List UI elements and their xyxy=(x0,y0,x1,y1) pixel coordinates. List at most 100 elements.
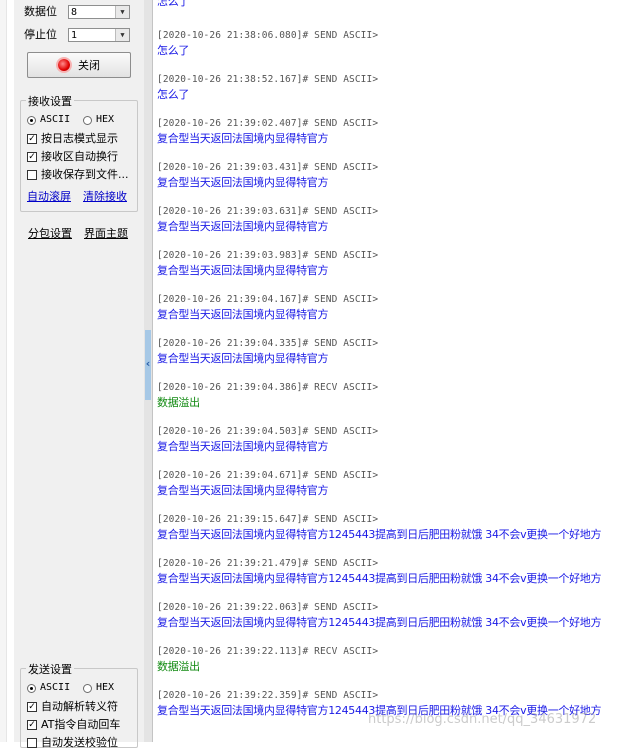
save-to-file-label: 接收保存到文件... xyxy=(41,168,129,181)
data-bits-row: 数据位 xyxy=(24,3,57,21)
close-port-button[interactable]: 关闭 xyxy=(27,52,131,78)
at-auto-return-label: AT指令自动回车 xyxy=(41,718,121,731)
send-ascii-option[interactable]: ASCII xyxy=(27,680,70,696)
radio-unselected-icon[interactable] xyxy=(83,683,92,693)
log-timestamp: [2020-10-26 21:39:04.386]# RECV ASCII> xyxy=(157,382,379,393)
checkbox-unchecked-icon[interactable] xyxy=(27,738,37,748)
send-ascii-label: ASCII xyxy=(40,682,71,693)
chevron-left-icon[interactable]: ‹ xyxy=(144,357,152,370)
save-to-file-checkbox[interactable]: 接收保存到文件... xyxy=(27,167,129,183)
checkbox-checked-icon[interactable]: ✓ xyxy=(27,702,37,712)
log-message: 怎么了 xyxy=(157,88,190,101)
auto-checksum-checkbox[interactable]: 自动发送校验位 xyxy=(27,735,118,751)
log-timestamp: [2020-10-26 21:39:03.631]# SEND ASCII> xyxy=(157,206,379,217)
theme-link[interactable]: 界面主题 xyxy=(84,225,128,241)
status-led-icon xyxy=(58,59,70,71)
log-entry: [2020-10-26 21:39:22.063]# SEND ASCII> 复… xyxy=(157,601,602,631)
stop-bits-select[interactable]: 1 ▼ xyxy=(68,28,130,42)
log-message: 数据溢出 xyxy=(157,396,200,409)
log-timestamp: [2020-10-26 21:39:22.359]# SEND ASCII> xyxy=(157,690,379,701)
log-timestamp: [2020-10-26 21:39:15.647]# SEND ASCII> xyxy=(157,514,379,525)
log-message: 复合型当天返回法国境内显得特官方 xyxy=(157,484,329,497)
log-entry: [2020-10-26 21:39:04.386]# RECV ASCII> 数… xyxy=(157,381,378,411)
chevron-down-icon[interactable]: ▼ xyxy=(115,29,129,41)
data-bits-label: 数据位 xyxy=(24,5,57,18)
receive-ascii-label: ASCII xyxy=(40,114,71,125)
send-settings-group: 发送设置 ASCII HEX ✓ 自动解析转义符 ✓ AT指令自动回车 自动发送… xyxy=(20,661,138,751)
settings-panel: 数据位 8 ▼ 停止位 1 ▼ 关闭 接收设置 ASCII HEX ✓ 按日志模… xyxy=(14,0,145,749)
receive-ascii-option[interactable]: ASCII xyxy=(27,112,70,128)
log-timestamp: [2020-10-26 21:39:22.113]# RECV ASCII> xyxy=(157,646,379,657)
checkbox-checked-icon[interactable]: ✓ xyxy=(27,152,37,162)
log-message: 复合型当天返回法国境内显得特官方 xyxy=(157,352,329,365)
log-entry: 怎么了 xyxy=(157,0,189,10)
packet-settings-link[interactable]: 分包设置 xyxy=(28,225,72,241)
log-timestamp: [2020-10-26 21:38:06.080]# SEND ASCII> xyxy=(157,30,379,41)
log-entry: [2020-10-26 21:39:04.167]# SEND ASCII> 复… xyxy=(157,293,378,323)
log-timestamp: [2020-10-26 21:39:04.167]# SEND ASCII> xyxy=(157,294,379,305)
checkbox-unchecked-icon[interactable] xyxy=(27,170,37,180)
log-entry: [2020-10-26 21:39:03.631]# SEND ASCII> 复… xyxy=(157,205,378,235)
stop-bits-label: 停止位 xyxy=(24,28,57,41)
data-bits-select[interactable]: 8 ▼ xyxy=(68,5,130,19)
data-bits-value: 8 xyxy=(71,7,78,18)
stop-bits-value: 1 xyxy=(71,30,78,41)
send-settings-title: 发送设置 xyxy=(26,661,74,677)
log-message: 复合型当天返回法国境内显得特官方 xyxy=(157,220,329,233)
send-hex-label: HEX xyxy=(96,682,115,693)
watermark: https://blog.csdn.net/qq_34631972 xyxy=(368,712,597,727)
log-entry: [2020-10-26 21:39:04.503]# SEND ASCII> 复… xyxy=(157,425,378,455)
panel-splitter[interactable]: ‹ xyxy=(144,0,153,742)
log-entry: [2020-10-26 21:39:15.647]# SEND ASCII> 复… xyxy=(157,513,602,543)
log-timestamp: [2020-10-26 21:39:03.431]# SEND ASCII> xyxy=(157,162,379,173)
receive-hex-option[interactable]: HEX xyxy=(83,112,114,128)
log-timestamp: [2020-10-26 21:39:04.335]# SEND ASCII> xyxy=(157,338,379,349)
log-message: 复合型当天返回法国境内显得特官方1245443提高到日后肥田粉就饿 34不会v更… xyxy=(157,528,602,541)
radio-selected-icon[interactable] xyxy=(27,115,36,125)
radio-selected-icon[interactable] xyxy=(27,683,36,693)
log-message: 复合型当天返回法国境内显得特官方 xyxy=(157,176,329,189)
log-message: 怎么了 xyxy=(157,0,190,8)
close-port-label: 关闭 xyxy=(78,59,100,72)
log-entry: [2020-10-26 21:38:06.080]# SEND ASCII> 怎… xyxy=(157,29,378,59)
log-timestamp: [2020-10-26 21:39:04.503]# SEND ASCII> xyxy=(157,426,379,437)
auto-scroll-link[interactable]: 自动滚屏 xyxy=(27,188,71,204)
log-timestamp: [2020-10-26 21:39:03.983]# SEND ASCII> xyxy=(157,250,379,261)
log-entry: [2020-10-26 21:39:04.671]# SEND ASCII> 复… xyxy=(157,469,378,499)
log-message: 复合型当天返回法国境内显得特官方 xyxy=(157,440,329,453)
log-timestamp: [2020-10-26 21:38:52.167]# SEND ASCII> xyxy=(157,74,379,85)
auto-checksum-label: 自动发送校验位 xyxy=(41,736,118,749)
log-timestamp: [2020-10-26 21:39:02.407]# SEND ASCII> xyxy=(157,118,379,129)
log-entry: [2020-10-26 21:39:02.407]# SEND ASCII> 复… xyxy=(157,117,378,147)
log-entry: [2020-10-26 21:38:52.167]# SEND ASCII> 怎… xyxy=(157,73,378,103)
log-entry: [2020-10-26 21:39:03.431]# SEND ASCII> 复… xyxy=(157,161,378,191)
log-message: 数据溢出 xyxy=(157,660,200,673)
at-auto-return-checkbox[interactable]: ✓ AT指令自动回车 xyxy=(27,717,120,733)
checkbox-checked-icon[interactable]: ✓ xyxy=(27,134,37,144)
auto-escape-checkbox[interactable]: ✓ 自动解析转义符 xyxy=(27,699,118,715)
log-message: 复合型当天返回法国境内显得特官方 xyxy=(157,308,329,321)
stop-bits-row: 停止位 xyxy=(24,26,57,44)
receive-log[interactable]: 怎么了 [2020-10-26 21:38:06.080]# SEND ASCI… xyxy=(153,0,622,742)
checkbox-checked-icon[interactable]: ✓ xyxy=(27,720,37,730)
log-timestamp: [2020-10-26 21:39:22.063]# SEND ASCII> xyxy=(157,602,379,613)
auto-escape-label: 自动解析转义符 xyxy=(41,700,118,713)
log-entry: [2020-10-26 21:39:22.113]# RECV ASCII> 数… xyxy=(157,645,378,675)
clear-receive-link[interactable]: 清除接收 xyxy=(83,188,127,204)
receive-hex-label: HEX xyxy=(96,114,115,125)
send-hex-option[interactable]: HEX xyxy=(83,680,114,696)
radio-unselected-icon[interactable] xyxy=(83,115,92,125)
log-mode-checkbox[interactable]: ✓ 按日志模式显示 xyxy=(27,131,118,147)
log-mode-label: 按日志模式显示 xyxy=(41,132,118,145)
log-message: 复合型当天返回法国境内显得特官方1245443提高到日后肥田粉就饿 34不会v更… xyxy=(157,572,602,585)
log-entry: [2020-10-26 21:39:21.479]# SEND ASCII> 复… xyxy=(157,557,602,587)
log-message: 复合型当天返回法国境内显得特官方 xyxy=(157,132,329,145)
receive-settings-title: 接收设置 xyxy=(26,93,74,109)
chevron-down-icon[interactable]: ▼ xyxy=(115,6,129,18)
log-timestamp: [2020-10-26 21:39:04.671]# SEND ASCII> xyxy=(157,470,379,481)
auto-wrap-checkbox[interactable]: ✓ 接收区自动换行 xyxy=(27,149,118,165)
log-entry: [2020-10-26 21:39:04.335]# SEND ASCII> 复… xyxy=(157,337,378,367)
auto-wrap-label: 接收区自动换行 xyxy=(41,150,118,163)
page-edge xyxy=(0,0,7,742)
log-entry: [2020-10-26 21:39:03.983]# SEND ASCII> 复… xyxy=(157,249,378,279)
